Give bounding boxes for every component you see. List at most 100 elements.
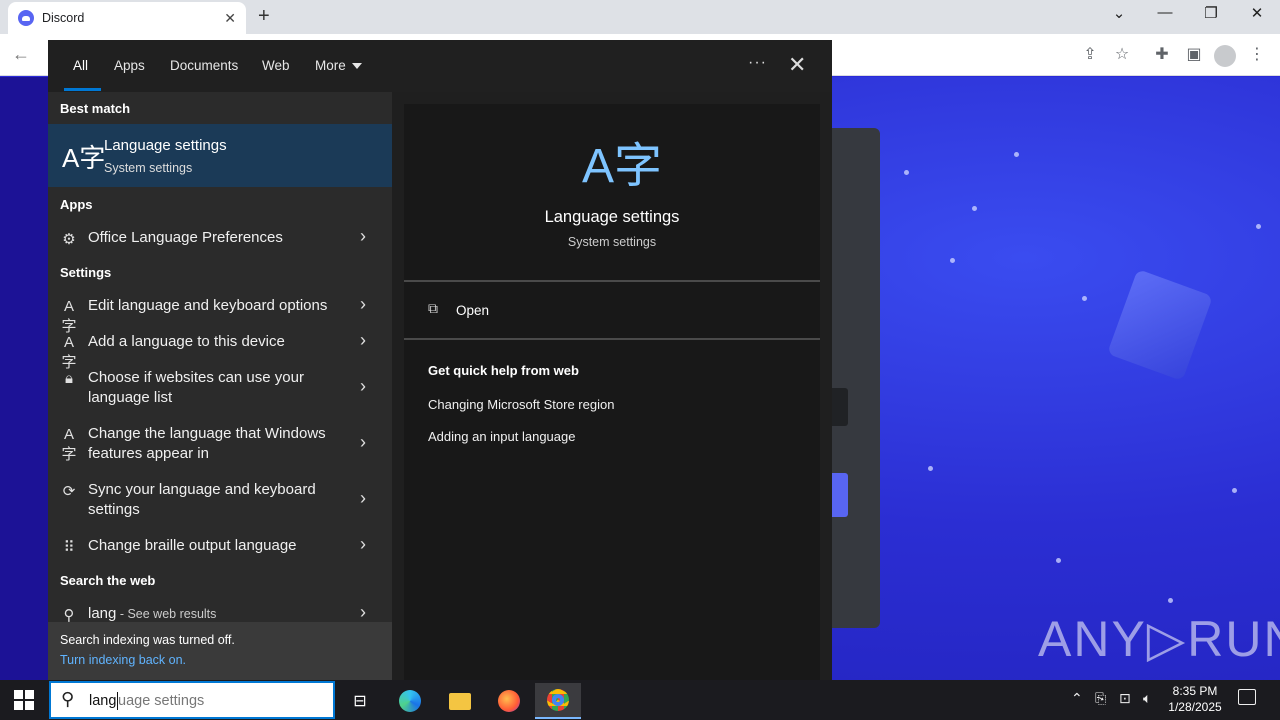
star-decoration: [972, 206, 977, 211]
star-decoration: [1168, 598, 1173, 603]
windows-search-panel: All Apps Documents Web More ··· ✕ Best m…: [48, 40, 832, 680]
chevron-right-icon[interactable]: ›: [360, 294, 366, 315]
discord-login-button[interactable]: [832, 473, 848, 517]
options-ellipsis-icon[interactable]: ···: [748, 54, 767, 72]
result-windows-display-language[interactable]: A字 Change the language that Windows feat…: [48, 416, 392, 472]
result-label: Choose if websites can use your language…: [88, 369, 304, 406]
windows-start-icon[interactable]: [14, 690, 34, 710]
bookmark-star-icon[interactable]: ☆: [1111, 44, 1133, 64]
restore-button[interactable]: ❐: [1199, 4, 1223, 22]
active-filter-underline: [64, 88, 101, 91]
chevron-right-icon[interactable]: ›: [360, 226, 366, 247]
star-decoration: [950, 258, 955, 263]
detail-title: Language settings: [544, 208, 680, 226]
result-label: Edit language and keyboard options: [88, 297, 328, 314]
open-external-icon[interactable]: ⧉: [428, 300, 438, 317]
filter-web[interactable]: Web: [262, 58, 290, 73]
network-icon[interactable]: ⊡: [1119, 690, 1131, 707]
minimize-button[interactable]: —: [1153, 4, 1177, 21]
extensions-puzzle-icon[interactable]: ✚: [1151, 44, 1173, 64]
browser-menu-icon[interactable]: ⋮: [1246, 44, 1268, 64]
result-label: Change the language that Windows feature…: [88, 425, 326, 462]
search-typed-text: lang: [89, 693, 117, 709]
result-braille-output-language[interactable]: ⠿ Change braille output language ›: [48, 528, 392, 564]
chevron-right-icon[interactable]: ›: [360, 534, 366, 555]
star-decoration: [1082, 296, 1087, 301]
tray-device-icon[interactable]: ⎘: [1095, 690, 1106, 707]
tab-search-chevron-icon[interactable]: ⌄: [1107, 4, 1131, 22]
tab-close-icon[interactable]: ✕: [224, 10, 236, 27]
section-best-match: Best match: [60, 101, 131, 116]
result-edit-language-keyboard[interactable]: A字 Edit language and keyboard options ›: [48, 288, 392, 335]
detail-subtitle: System settings: [567, 235, 657, 249]
best-match-title: Language settings: [104, 137, 227, 154]
filter-more[interactable]: More: [315, 58, 362, 73]
search-autocomplete-hint: uage settings: [118, 693, 205, 709]
filter-more-label: More: [315, 58, 346, 73]
result-label: Add a language to this device: [88, 333, 285, 350]
star-decoration: [1014, 152, 1019, 157]
filter-all[interactable]: All: [73, 58, 88, 73]
filter-documents[interactable]: Documents: [170, 58, 238, 73]
section-settings: Settings: [60, 265, 112, 280]
office-language-icon: ⚙: [62, 231, 76, 248]
window-close-button[interactable]: ✕: [1245, 4, 1269, 22]
star-decoration: [1056, 558, 1061, 563]
notification-center-icon[interactable]: [1238, 689, 1256, 705]
filter-apps[interactable]: Apps: [114, 58, 145, 73]
volume-icon[interactable]: 🔈︎: [1143, 690, 1151, 707]
language-icon: A字: [61, 426, 77, 463]
chevron-right-icon[interactable]: ›: [360, 330, 366, 351]
task-view-icon[interactable]: ⊟: [337, 683, 383, 719]
tray-chevron-up-icon[interactable]: ⌃: [1071, 690, 1083, 707]
search-icon: ⚲: [61, 689, 75, 709]
turn-indexing-on-link[interactable]: Turn indexing back on.: [60, 653, 186, 667]
web-query-suffix: - See web results: [116, 607, 217, 621]
braille-icon: ⠿: [63, 539, 75, 556]
divider: [404, 280, 820, 282]
result-detail-pane: A字 Language settings System settings ⧉ O…: [404, 104, 820, 680]
file-explorer-icon[interactable]: [437, 683, 483, 719]
result-office-language-preferences[interactable]: ⚙ Office Language Preferences ›: [48, 220, 392, 256]
result-sync-language[interactable]: ⟳ Sync your language and keyboard settin…: [48, 472, 392, 528]
section-search-web: Search the web: [60, 573, 156, 588]
language-icon: A字: [62, 143, 106, 173]
side-panel-icon[interactable]: ▣: [1183, 44, 1205, 64]
taskbar-clock[interactable]: 8:35 PM 1/28/2025: [1160, 683, 1230, 715]
chevron-right-icon[interactable]: ›: [360, 488, 366, 509]
quick-help-link[interactable]: Adding an input language: [428, 429, 575, 444]
chevron-right-icon[interactable]: ›: [360, 432, 366, 453]
new-tab-button[interactable]: +: [258, 5, 270, 28]
open-action[interactable]: Open: [456, 303, 489, 318]
share-icon[interactable]: ⇪: [1079, 44, 1101, 64]
profile-avatar[interactable]: [1214, 45, 1236, 67]
browser-tab-discord[interactable]: Discord ✕: [8, 2, 246, 34]
result-websites-language-list[interactable]: 🔒︎ Choose if websites can use your langu…: [48, 360, 392, 416]
indexing-notice-text: Search indexing was turned off.: [60, 633, 235, 647]
tab-title: Discord: [42, 11, 85, 25]
result-label: Office Language Preferences: [88, 229, 283, 246]
star-decoration: [1232, 488, 1237, 493]
firefox-icon[interactable]: [486, 683, 532, 719]
result-label: lang - See web results: [88, 604, 348, 624]
result-web-search[interactable]: ⚲ lang - See web results ›: [48, 596, 392, 624]
best-match-item[interactable]: A字 Language settings System settings: [48, 124, 392, 187]
result-add-language[interactable]: A字 Add a language to this device ›: [48, 324, 392, 371]
edge-icon[interactable]: [387, 683, 433, 719]
discord-input-field[interactable]: [832, 388, 848, 426]
indexing-notice: Search indexing was turned off. Turn ind…: [48, 622, 392, 680]
search-close-icon[interactable]: ✕: [788, 52, 806, 78]
quick-help-link[interactable]: Changing Microsoft Store region: [428, 397, 614, 412]
chevron-right-icon[interactable]: ›: [360, 376, 366, 397]
divider: [404, 338, 820, 340]
caret-down-icon: [351, 63, 362, 70]
best-match-subtitle: System settings: [104, 161, 193, 175]
search-results-list: Best match A字 Language settings System s…: [48, 92, 392, 680]
result-label: Sync your language and keyboard settings: [88, 481, 316, 518]
chrome-icon[interactable]: [535, 683, 581, 719]
lock-icon: 🔒︎: [65, 370, 73, 387]
search-filter-bar: All Apps Documents Web More ··· ✕: [48, 40, 832, 92]
chevron-right-icon[interactable]: ›: [360, 602, 366, 623]
back-arrow-icon[interactable]: ←: [12, 44, 30, 65]
taskbar-search-input[interactable]: ⚲ lang uage settings: [49, 681, 335, 719]
